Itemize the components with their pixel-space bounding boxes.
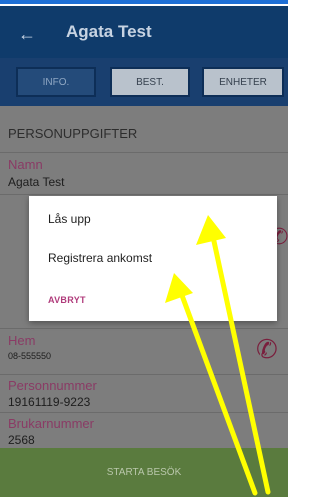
field-value: 08-555550	[8, 351, 52, 361]
field-value: 19161119-9223	[8, 395, 91, 409]
action-dialog: Lås upp Registrera ankomst AVBRYT	[29, 196, 277, 321]
tab-best[interactable]: BEST.	[110, 67, 190, 97]
tab-bar: INFO. BEST. ENHETER	[0, 58, 288, 106]
tab-info[interactable]: INFO.	[16, 67, 96, 97]
field-row-brukarnummer: Brukarnummer 2568	[0, 412, 288, 449]
register-arrival-option[interactable]: Registrera ankomst	[48, 251, 152, 265]
phone-icon[interactable]: ✆	[256, 334, 278, 365]
top-accent-line	[0, 0, 288, 4]
start-visit-button[interactable]: STARTA BESÖK	[0, 448, 288, 497]
app-bar: ← Agata Test	[0, 6, 288, 58]
section-title: PERSONUPPGIFTER	[8, 126, 138, 141]
field-value: Agata Test	[8, 175, 65, 189]
field-label: Personnummer	[8, 378, 97, 393]
arrow-left-icon[interactable]: ←	[18, 24, 36, 45]
field-label: Namn	[8, 157, 43, 172]
field-row-name: Namn Agata Test	[0, 152, 288, 193]
field-label: Hem	[8, 333, 36, 348]
page-title: Agata Test	[66, 22, 152, 41]
field-row-personnummer: Personnummer 19161119-9223	[0, 374, 288, 413]
field-label: Brukarnummer	[8, 416, 94, 431]
unlock-option[interactable]: Lås upp	[48, 212, 91, 226]
field-value: 2568	[8, 433, 35, 447]
cancel-button[interactable]: AVBRYT	[48, 295, 86, 305]
field-row-home: Hem 08-555550	[0, 328, 288, 369]
tab-enheter[interactable]: ENHETER	[202, 67, 284, 97]
